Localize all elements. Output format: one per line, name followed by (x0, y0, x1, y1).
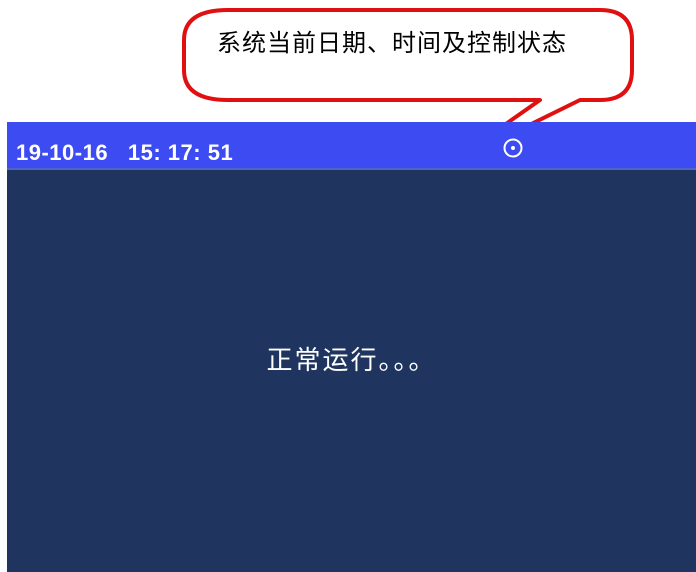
device-screen: 19-10-16 15: 17: 51 正常运行。。。 (7, 122, 696, 572)
status-message: 正常运行。。。 (266, 346, 437, 376)
datetime-display: 19-10-16 15: 17: 51 (16, 140, 234, 165)
circle-dot-icon (503, 138, 523, 158)
canvas: 系统当前日期、时间及控制状态 19-10-16 15: 17: 51 正常运行。… (0, 0, 696, 572)
callout-text: 系统当前日期、时间及控制状态 (217, 29, 567, 57)
status-bar: 19-10-16 15: 17: 51 (7, 122, 696, 170)
